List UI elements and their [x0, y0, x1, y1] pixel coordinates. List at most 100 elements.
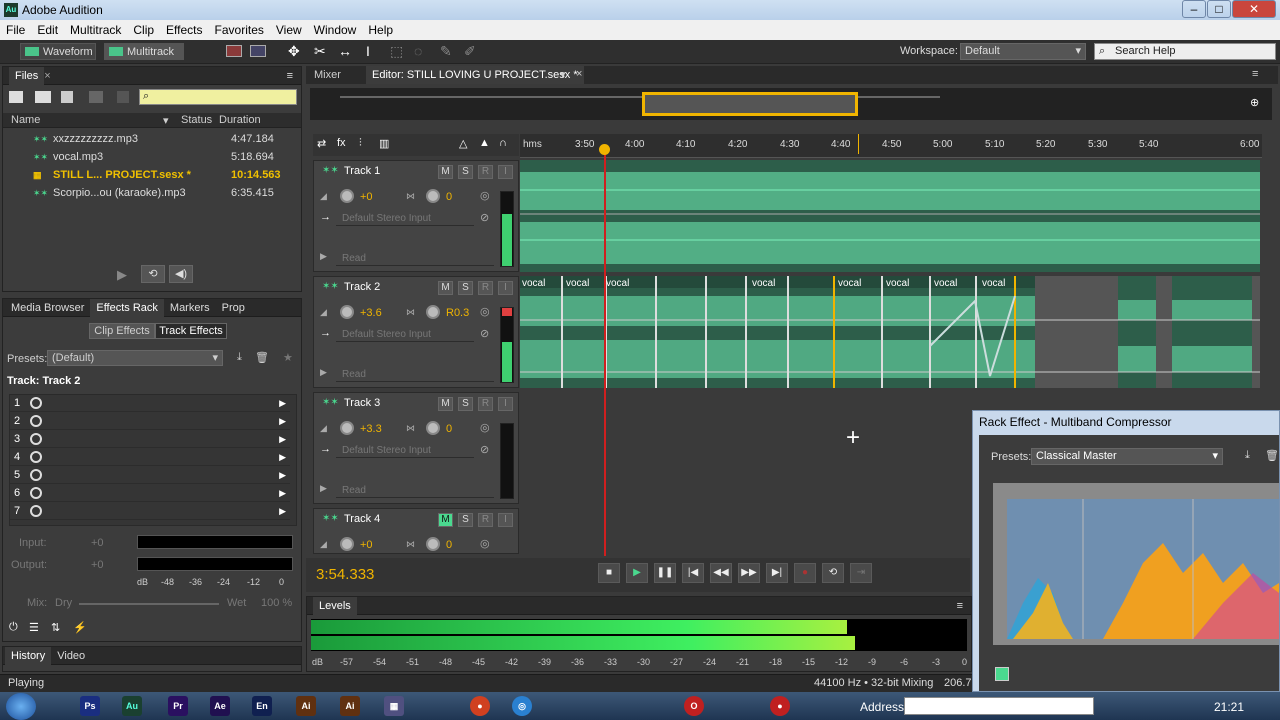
waveform-button[interactable]: Waveform	[20, 43, 96, 60]
close-button[interactable]: ✕	[1232, 0, 1276, 18]
file-row[interactable]: ✶✶ xxzzzzzzzzz.mp3 4:47.184	[3, 130, 299, 148]
illustrator-icon[interactable]: Ai	[296, 696, 316, 716]
go-to-start-button[interactable]: |◀	[682, 563, 704, 583]
start-button[interactable]	[6, 693, 36, 720]
record-app-icon[interactable]: ●	[770, 696, 790, 716]
clip-effects-tab[interactable]: Clip Effects	[89, 323, 155, 339]
multitrack-button[interactable]: Multitrack	[104, 43, 184, 60]
pan-value[interactable]: 0	[446, 539, 452, 551]
pan-knob[interactable]	[426, 537, 440, 551]
tab-properties[interactable]: Prop	[216, 299, 251, 317]
minimize-button[interactable]: –	[1182, 0, 1206, 18]
menu-clip[interactable]: Clip	[127, 20, 160, 37]
pan-value[interactable]: 0	[446, 423, 452, 435]
tab-history[interactable]: History	[5, 647, 52, 665]
output-icon[interactable]: ⊘	[480, 211, 489, 224]
solo-button[interactable]: S	[458, 513, 473, 527]
list-icon[interactable]: ☰	[29, 621, 39, 634]
save-preset-icon[interactable]: ⤓	[1245, 449, 1250, 462]
import-icon[interactable]	[35, 91, 51, 103]
tab-media-browser[interactable]: Media Browser	[5, 299, 90, 317]
mute-button[interactable]: M	[438, 165, 453, 179]
power-icon[interactable]	[30, 397, 42, 409]
track-input-select[interactable]: Default Stereo Input	[336, 327, 474, 342]
loop-icon[interactable]: ⟲	[141, 265, 165, 283]
menu-effects[interactable]: Effects	[160, 20, 208, 37]
pan-value[interactable]: 0	[446, 191, 452, 203]
chevron-right-icon[interactable]: ▶	[279, 413, 286, 430]
apply-icon[interactable]: ⚡	[73, 621, 87, 634]
input-monitor-button[interactable]: I	[498, 281, 513, 295]
autoplay-icon[interactable]: ◀)	[169, 265, 193, 283]
column-name[interactable]: Name	[11, 114, 40, 126]
save-icon[interactable]	[89, 91, 103, 103]
track-header-4[interactable]: ✶✶ Track 4 M S R I ◢ +0 ⋈ 0 ◎	[313, 508, 519, 554]
after-effects-icon[interactable]: Ae	[210, 696, 230, 716]
app-icon[interactable]: ▦	[384, 696, 404, 716]
presets-select[interactable]: Classical Master ▾	[1031, 448, 1223, 465]
chevron-down-icon[interactable]: ▾	[560, 68, 566, 81]
volume-knob[interactable]	[340, 537, 354, 551]
files-search-input[interactable]: ⌕	[139, 89, 297, 105]
playhead-handle[interactable]	[599, 144, 610, 155]
input-monitor-button[interactable]: I	[498, 165, 513, 179]
presets-select[interactable]: (Default) ▾	[47, 350, 223, 366]
address-input[interactable]	[904, 697, 1094, 715]
magnet-icon[interactable]: ∩	[499, 137, 507, 149]
track-header-2[interactable]: ✶✶ Track 2 M S R I ◢ +3.6 ⋈ R0.3 ◎ → Def…	[313, 276, 519, 388]
premiere-icon[interactable]: Pr	[168, 696, 188, 716]
file-row[interactable]: ✶✶ Scorpio...ou (karaoke).mp3 6:35.415	[3, 184, 299, 202]
send-icon[interactable]: ⇄	[317, 137, 326, 150]
volume-value[interactable]: +3.6	[360, 307, 382, 319]
encore-icon[interactable]: En	[252, 696, 272, 716]
delete-icon[interactable]	[117, 91, 129, 103]
spectrum-display[interactable]	[993, 483, 1279, 645]
panel-menu-icon[interactable]: ≡	[957, 597, 963, 615]
save-preset-icon[interactable]: ⤓	[237, 351, 242, 364]
tab-markers[interactable]: Markers	[164, 299, 216, 317]
insert-icon[interactable]: ⇅	[51, 621, 60, 634]
metronome-icon[interactable]: △	[459, 137, 467, 150]
expand-icon[interactable]: ▶	[320, 483, 327, 494]
session-overview[interactable]: ⊕	[310, 88, 1272, 120]
volume-value[interactable]: +0	[360, 191, 373, 203]
effect-slot[interactable]: 5 ▶	[10, 467, 290, 484]
trash-icon[interactable]: 🗑︎	[1265, 449, 1279, 462]
effect-slot[interactable]: 7 ▶	[10, 503, 290, 520]
column-status[interactable]: Status	[181, 114, 212, 126]
slip-tool-icon[interactable]: ↔	[338, 43, 352, 59]
menu-window[interactable]: Window	[308, 20, 363, 37]
clip-track-2[interactable]	[520, 276, 1260, 388]
brush-icon[interactable]: ✎	[440, 43, 452, 60]
stereo-icon[interactable]: ◎	[480, 189, 490, 202]
menu-edit[interactable]: Edit	[31, 20, 64, 37]
track-input-select[interactable]: Default Stereo Input	[336, 211, 474, 226]
effect-slot[interactable]: 1 ▶	[10, 395, 290, 412]
marquee-icon[interactable]: ⬚	[390, 43, 403, 60]
overview-viewport[interactable]	[642, 92, 858, 116]
pan-knob[interactable]	[426, 189, 440, 203]
panel-menu-icon[interactable]: ≡	[287, 67, 293, 85]
mute-button[interactable]: M	[438, 281, 453, 295]
tab-editor[interactable]: Editor: STILL LOVING U PROJECT.sesx *	[366, 66, 584, 84]
star-icon[interactable]: ★	[283, 351, 293, 364]
pan-knob[interactable]	[426, 421, 440, 435]
firefox-icon[interactable]: ●	[470, 696, 490, 716]
stereo-icon[interactable]: ◎	[480, 421, 490, 434]
stereo-icon[interactable]: ◎	[480, 537, 490, 550]
volume-knob[interactable]	[340, 421, 354, 435]
volume-value[interactable]: +3.3	[360, 423, 382, 435]
new-file-icon[interactable]	[61, 91, 73, 103]
effect-slot[interactable]: 4 ▶	[10, 449, 290, 466]
stop-button[interactable]: ■	[598, 563, 620, 583]
volume-knob[interactable]	[340, 305, 354, 319]
mute-button[interactable]: M	[438, 513, 453, 527]
zoom-icon[interactable]: ⊕	[1250, 96, 1259, 109]
io-icon[interactable]: ▥	[379, 137, 389, 150]
menu-help[interactable]: Help	[362, 20, 399, 37]
close-icon[interactable]: ×	[44, 70, 50, 82]
solo-button[interactable]: S	[458, 165, 473, 179]
mute-button[interactable]: M	[438, 397, 453, 411]
tab-effects-rack[interactable]: Effects Rack	[90, 299, 164, 317]
spectral-icon[interactable]	[226, 45, 242, 57]
